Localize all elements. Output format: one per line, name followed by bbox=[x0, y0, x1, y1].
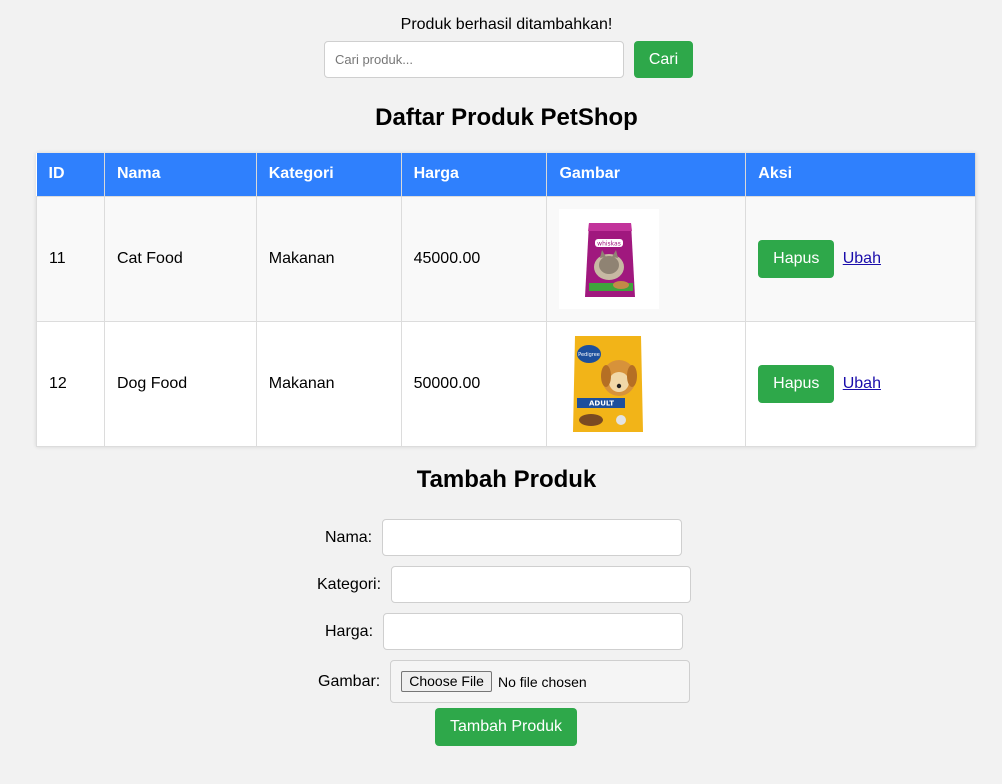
delete-button[interactable]: Hapus bbox=[758, 364, 835, 403]
form-row-gambar: Gambar: Choose File No file chosen bbox=[318, 660, 691, 703]
add-product-button[interactable]: Tambah Produk bbox=[435, 708, 577, 746]
choose-file-button[interactable]: Choose File bbox=[401, 671, 492, 692]
cell-harga: 45000.00 bbox=[400, 195, 548, 322]
form-row-harga: Harga: bbox=[325, 613, 684, 650]
kategori-input[interactable] bbox=[391, 566, 692, 603]
harga-label: Harga: bbox=[325, 622, 374, 640]
search-bar: Cari bbox=[324, 41, 693, 78]
svg-text:Pedigree: Pedigree bbox=[579, 352, 601, 358]
product-table: ID Nama Kategori Harga Gambar Aksi 11 Ca… bbox=[36, 153, 976, 447]
nama-label: Nama: bbox=[325, 528, 373, 546]
header-id: ID bbox=[36, 153, 105, 196]
cell-aksi: Hapus Ubah bbox=[745, 195, 976, 322]
table-row: 11 Cat Food Makanan 45000.00 whiskas Hap… bbox=[36, 195, 976, 322]
cell-gambar: whiskas bbox=[546, 195, 747, 322]
cat-food-image: whiskas bbox=[559, 208, 660, 309]
form-row-nama: Nama: bbox=[325, 519, 683, 556]
cell-harga: 50000.00 bbox=[400, 320, 548, 447]
search-button[interactable]: Cari bbox=[634, 41, 693, 78]
table-header-row: ID Nama Kategori Harga Gambar Aksi bbox=[36, 153, 976, 196]
search-input[interactable] bbox=[324, 41, 624, 78]
product-list-title: Daftar Produk PetShop bbox=[375, 104, 638, 131]
edit-link[interactable]: Ubah bbox=[843, 375, 881, 392]
success-message: Produk berhasil ditambahkan! bbox=[400, 16, 613, 33]
header-gambar: Gambar bbox=[546, 153, 747, 196]
harga-input[interactable] bbox=[383, 613, 684, 650]
form-row-kategori: Kategori: bbox=[317, 566, 692, 603]
file-status: No file chosen bbox=[497, 673, 587, 690]
add-product-title: Tambah Produk bbox=[416, 466, 597, 493]
file-input: Choose File No file chosen bbox=[390, 660, 691, 703]
table-row: 12 Dog Food Makanan 50000.00 Pedigree AD… bbox=[36, 320, 976, 447]
header-kategori: Kategori bbox=[256, 153, 402, 196]
header-nama: Nama bbox=[104, 153, 257, 196]
delete-button[interactable]: Hapus bbox=[758, 239, 835, 278]
cell-kategori: Makanan bbox=[255, 320, 402, 447]
cell-nama: Dog Food bbox=[103, 320, 257, 447]
cell-gambar: Pedigree ADULT bbox=[546, 320, 747, 447]
cell-id: 11 bbox=[36, 195, 105, 322]
cell-id: 12 bbox=[36, 320, 105, 447]
header-harga: Harga bbox=[401, 153, 548, 196]
edit-link[interactable]: Ubah bbox=[843, 250, 881, 267]
cell-nama: Cat Food bbox=[103, 195, 257, 322]
dog-food-image: Pedigree ADULT bbox=[559, 333, 660, 434]
svg-text:ADULT: ADULT bbox=[589, 399, 614, 407]
nama-input[interactable] bbox=[382, 519, 683, 556]
kategori-label: Kategori: bbox=[317, 575, 382, 593]
gambar-label: Gambar: bbox=[318, 672, 381, 690]
cell-kategori: Makanan bbox=[255, 195, 402, 322]
header-aksi: Aksi bbox=[745, 153, 976, 196]
cell-aksi: Hapus Ubah bbox=[745, 320, 976, 447]
svg-text:whiskas: whiskas bbox=[598, 240, 622, 247]
